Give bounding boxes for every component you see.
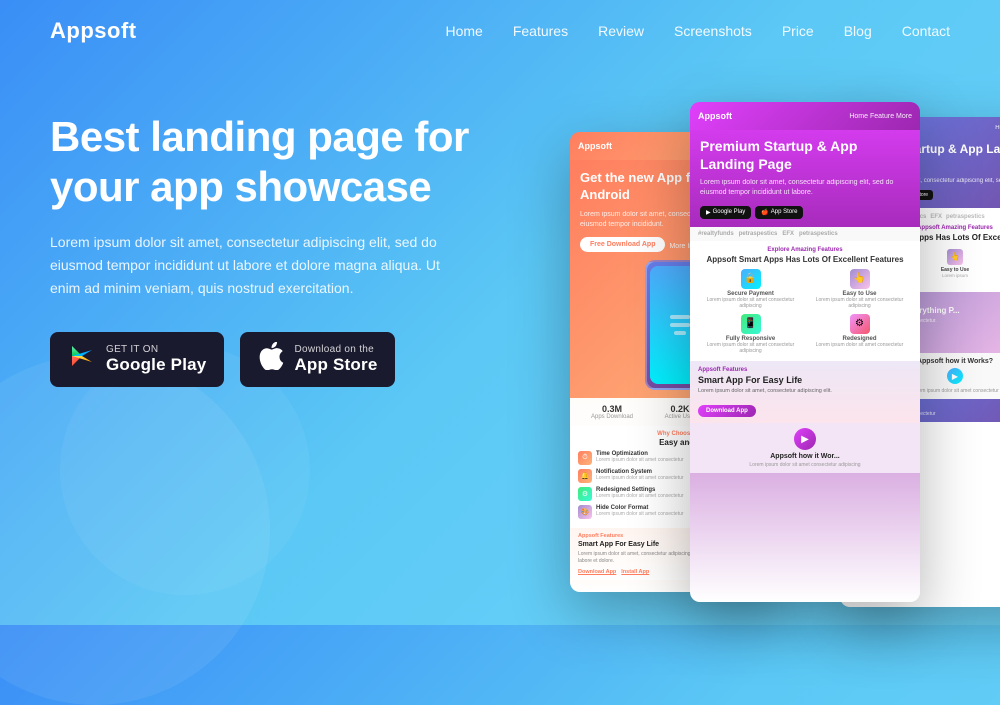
google-play-label-bottom: Google Play	[106, 355, 206, 375]
card2-features-grid: 🔒 Secure Payment Lorem ipsum dolor sit a…	[698, 269, 912, 355]
card2-video-desc: Lorem ipsum dolor sit amet consectetur a…	[698, 462, 912, 468]
card3-feat-3: 📱 Fully Responsive Lorem ipsum	[993, 246, 1000, 282]
card2-google-play-icon: ▶	[706, 209, 711, 216]
card2-smart-desc: Lorem ipsum dolor sit amet, consectetur …	[698, 388, 912, 396]
card2-smart-btn[interactable]: Download App	[698, 405, 756, 417]
card2-nav: Home Feature More	[849, 113, 912, 120]
google-play-label-top: GET IT ON	[106, 344, 206, 355]
card2-smart-title: Smart App For Easy Life	[698, 375, 912, 385]
nav-item-screenshots[interactable]: Screenshots	[674, 23, 752, 39]
cta-buttons: GET IT ON Google Play Download on the Ap…	[50, 332, 530, 387]
card2-brands: #realtyfunds petraspestics EFX petraspes…	[690, 227, 920, 241]
header: Appsoft Home Features Review Screenshots…	[0, 0, 1000, 62]
card2-feature-icon-3: 📱	[741, 314, 761, 334]
app-store-text: Download on the App Store	[294, 344, 377, 375]
hero-section: Best landing page for your app showcase …	[0, 62, 1000, 612]
card2-feature-1: 🔒 Secure Payment Lorem ipsum dolor sit a…	[698, 269, 803, 310]
card2-feature-2: 👆 Easy to Use Lorem ipsum dolor sit amet…	[807, 269, 912, 310]
apple-icon	[258, 342, 284, 377]
stat1-label: Apps Download	[578, 414, 646, 420]
card2-features-title: Appsoft Smart Apps Has Lots Of Excellent…	[698, 255, 912, 264]
card2-feature-icon-1: 🔒	[741, 269, 761, 289]
card2-play-icon[interactable]: ▶	[794, 428, 816, 450]
hero-left: Best landing page for your app showcase …	[50, 92, 530, 387]
card3-feat-2: 👆 Easy to Use Lorem ipsum	[920, 246, 989, 282]
card2-desc: Lorem ipsum dolor sit amet, consectetur …	[700, 178, 910, 198]
card3-feat-icon-2: 👆	[947, 249, 963, 265]
google-play-icon	[68, 342, 96, 377]
nav-item-price[interactable]: Price	[782, 23, 814, 39]
card2-feature-icon-4: ⚙	[850, 314, 870, 334]
google-play-text: GET IT ON Google Play	[106, 344, 206, 375]
hero-description: Lorem ipsum dolor sit amet, consectetur …	[50, 231, 470, 300]
logo[interactable]: Appsoft	[50, 18, 137, 44]
card3-play-btn[interactable]: ▶	[947, 368, 963, 384]
card1-feature-icon-2: 🔔	[578, 469, 592, 483]
app-store-label-top: Download on the	[294, 344, 377, 355]
hero-right: Appsoft Home Feature Review Price Get th…	[550, 92, 950, 612]
card2-logo: Appsoft	[698, 111, 732, 121]
card2-features-section: Explore Amazing Features Appsoft Smart A…	[690, 241, 920, 361]
card2-google-play-btn[interactable]: ▶ Google Play	[700, 206, 751, 219]
card2-video-title: Appsoft how it Wor...	[698, 453, 912, 460]
card2-feature-3: 📱 Fully Responsive Lorem ipsum dolor sit…	[698, 314, 803, 355]
nav-item-features[interactable]: Features	[513, 23, 568, 39]
stat1-num: 0.3M	[578, 404, 646, 414]
card3-nav: Home Product Download	[995, 125, 1000, 131]
nav-item-contact[interactable]: Contact	[902, 23, 950, 39]
card1-feature-icon-3: ⚙	[578, 487, 592, 501]
card1-feature-icon-4: 🎨	[578, 505, 592, 519]
card1-btn[interactable]: Free Download App	[580, 237, 665, 252]
card2-store-buttons: ▶ Google Play 🍎 App Store	[700, 206, 910, 219]
app-store-button[interactable]: Download on the App Store	[240, 332, 395, 387]
card1-feature-icon-1: ⏱	[578, 451, 592, 465]
hero-title: Best landing page for your app showcase	[50, 112, 530, 211]
card1-logo: Appsoft	[578, 141, 612, 151]
card2-title: Premium Startup & App Landing Page	[700, 138, 910, 173]
main-nav: Home Features Review Screenshots Price B…	[445, 23, 950, 39]
card2-video-section: ▶ Appsoft how it Wor... Lorem ipsum dolo…	[690, 423, 920, 473]
nav-item-blog[interactable]: Blog	[844, 23, 872, 39]
screenshot-card-2: Appsoft Home Feature More Premium Startu…	[690, 102, 920, 602]
card2-smart-label: Appsoft Features	[698, 367, 912, 373]
card1-download-link[interactable]: Download App	[578, 569, 616, 575]
card1-install-link[interactable]: Install App	[621, 569, 649, 575]
nav-item-review[interactable]: Review	[598, 23, 644, 39]
card2-hero-section: Premium Startup & App Landing Page Lorem…	[690, 130, 920, 227]
card2-feature-4: ⚙ Redesigned Lorem ipsum dolor sit amet …	[807, 314, 912, 355]
card2-app-store-btn[interactable]: 🍎 App Store	[755, 206, 803, 219]
app-store-label-bottom: App Store	[294, 355, 377, 375]
card2-features-label: Explore Amazing Features	[698, 247, 912, 253]
card2-feature-icon-2: 👆	[850, 269, 870, 289]
card2-apple-icon: 🍎	[761, 209, 768, 216]
google-play-button[interactable]: GET IT ON Google Play	[50, 332, 224, 387]
nav-item-home[interactable]: Home	[445, 23, 482, 39]
card2-smart-section: Appsoft Features Smart App For Easy Life…	[690, 361, 920, 424]
